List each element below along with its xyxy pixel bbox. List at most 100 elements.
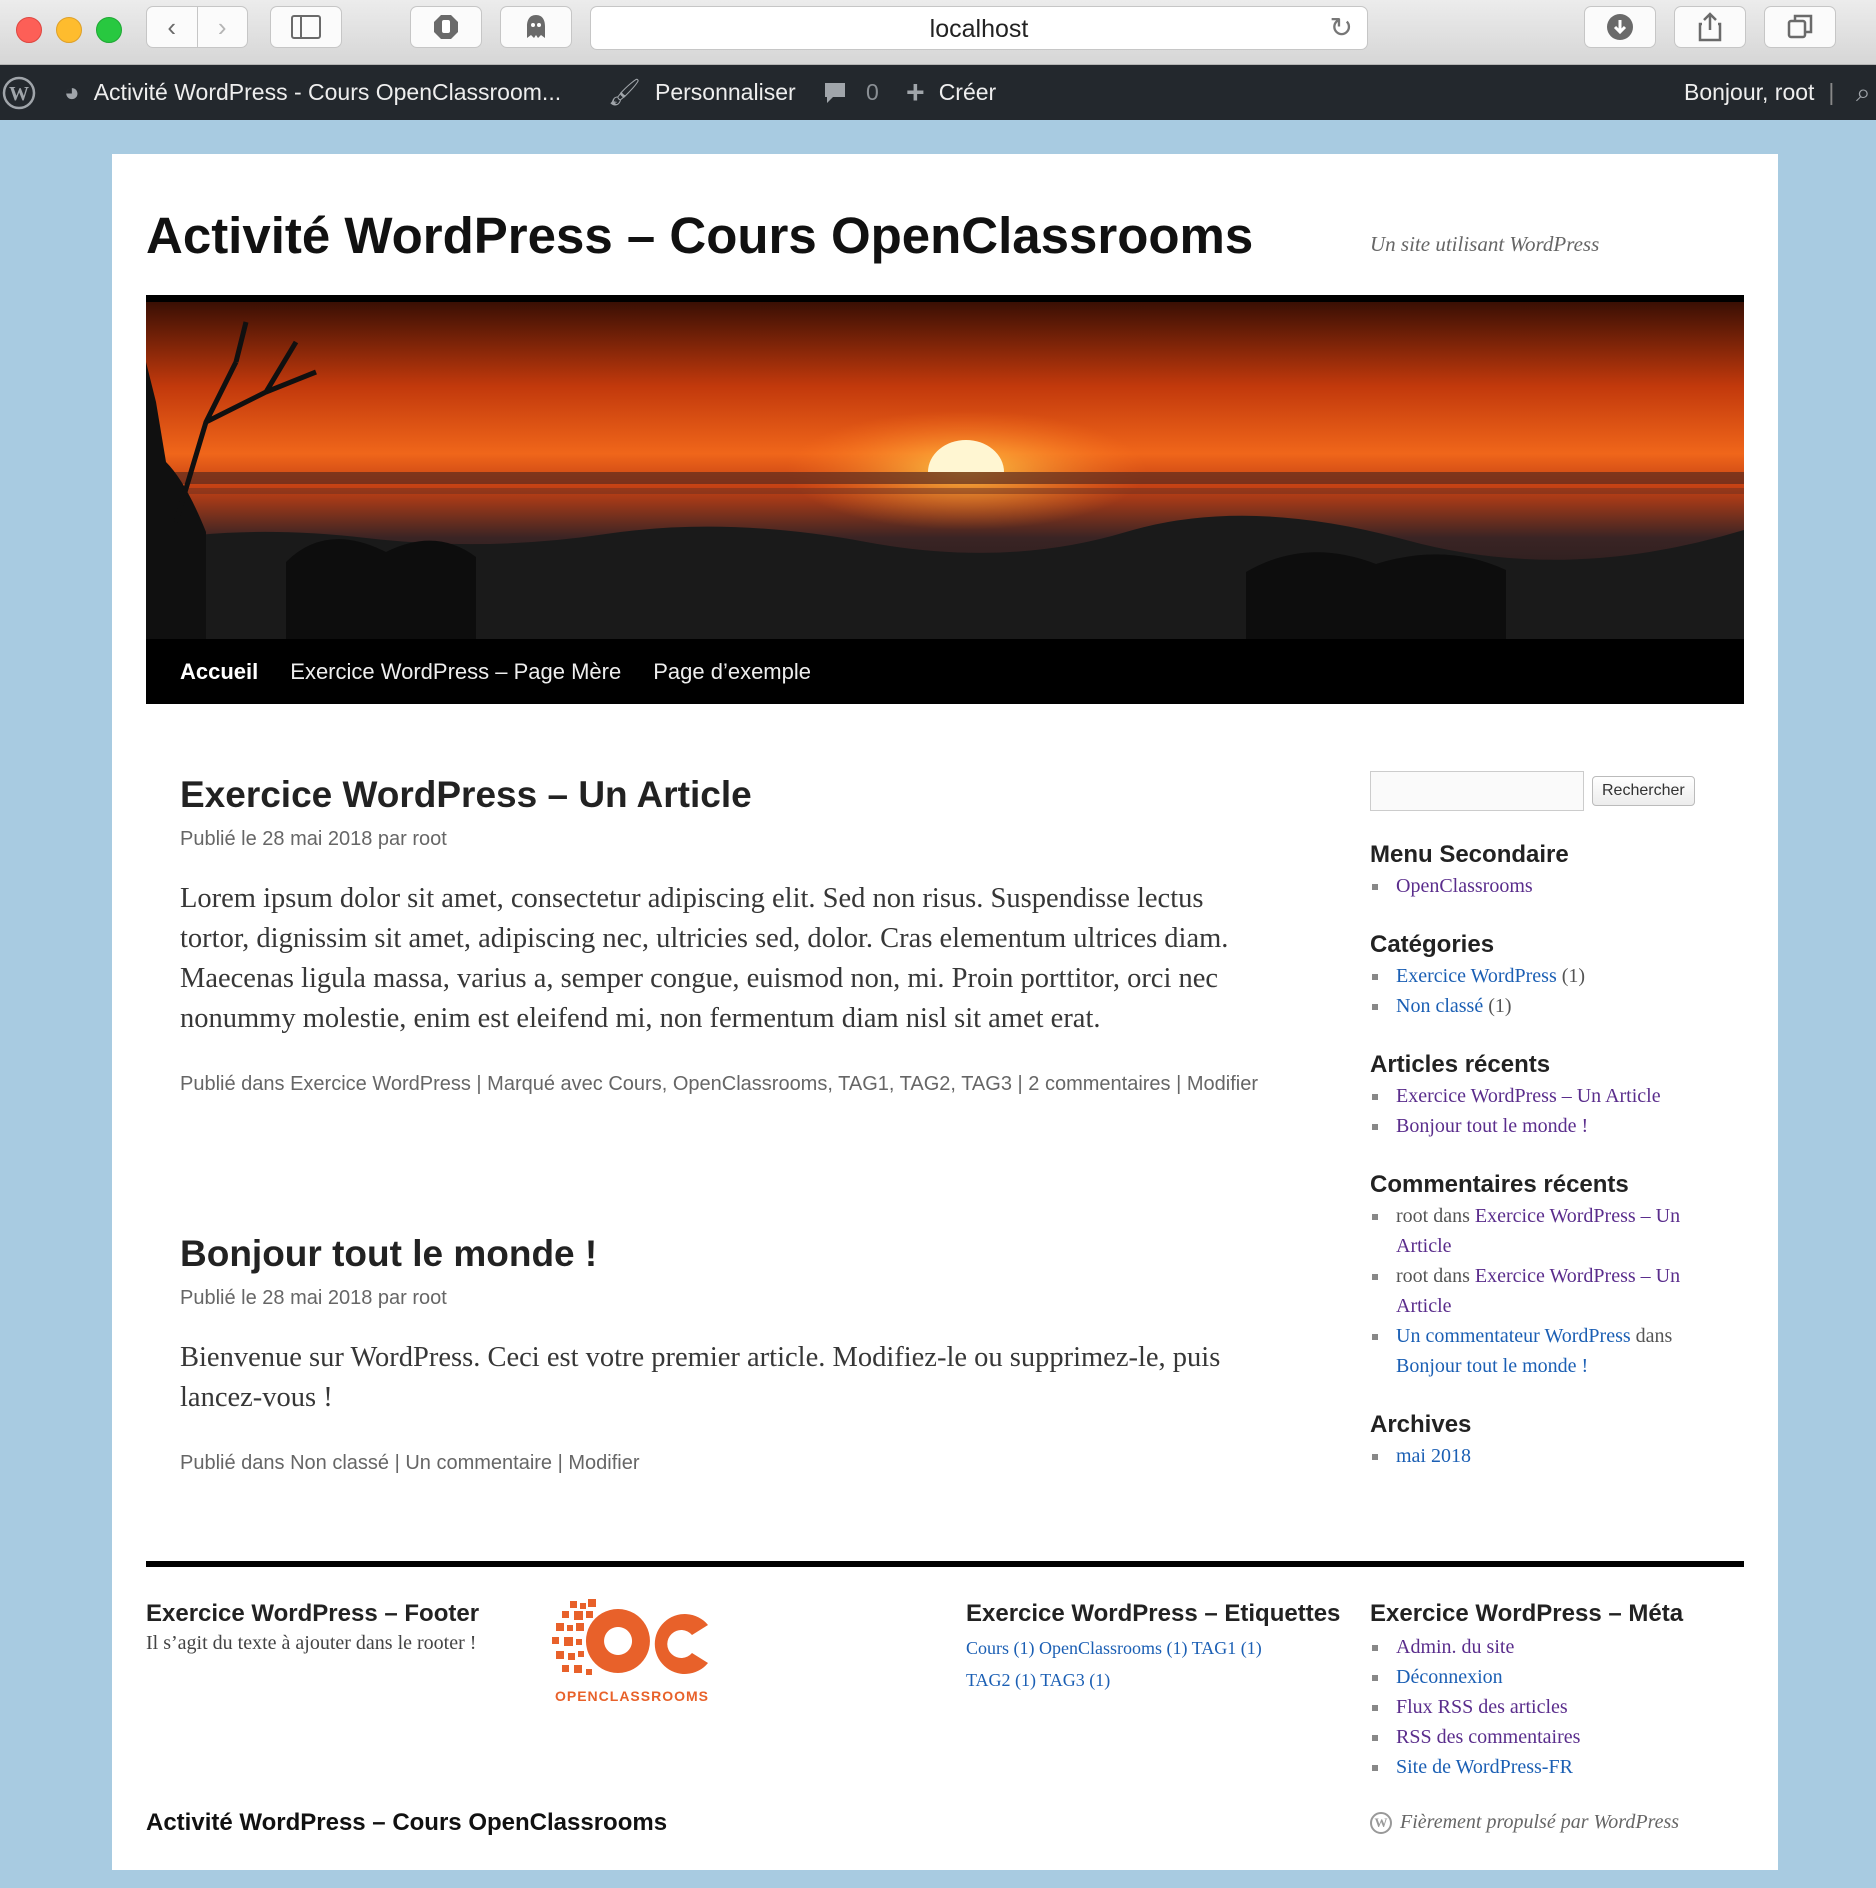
minimize-window-button[interactable]: [56, 17, 82, 43]
tag-link[interactable]: OpenClassrooms (1): [1039, 1638, 1187, 1658]
site-description: Un site utilisant WordPress: [1370, 232, 1600, 256]
search-input[interactable]: [1370, 771, 1584, 811]
post-category-link[interactable]: Non classé: [290, 1452, 389, 1474]
comment-bubble-icon: [825, 82, 845, 103]
wp-logo-menu[interactable]: W: [2, 65, 36, 120]
post-footer: Publié dans Non classé | Un commentaire …: [180, 1452, 640, 1474]
widget-title: Menu Secondaire: [1370, 841, 1569, 868]
list-item: mai 2018: [1370, 1441, 1730, 1471]
category-link[interactable]: Non classé: [1396, 995, 1483, 1017]
recent-post-link[interactable]: Exercice WordPress – Un Article: [1396, 1085, 1661, 1107]
post-content: Lorem ipsum dolor sit amet, consectetur …: [180, 883, 1229, 1034]
post-title[interactable]: Bonjour tout le monde !: [180, 1233, 1280, 1275]
tag-link[interactable]: TAG3: [961, 1073, 1012, 1095]
tag-link[interactable]: Cours: [608, 1073, 661, 1095]
openclassrooms-logo: OPENCLASSROOMS: [552, 1599, 712, 1704]
nav-item-accueil[interactable]: Accueil: [164, 659, 274, 685]
edit-link[interactable]: Modifier: [1187, 1073, 1258, 1095]
site-title[interactable]: Activité WordPress – Cours OpenClassroom…: [146, 206, 1253, 265]
svg-text:W: W: [9, 83, 29, 105]
sidebar: Rechercher Menu Secondaire OpenClassroom…: [1370, 771, 1730, 1471]
share-button[interactable]: [1674, 6, 1746, 48]
footer-meta-widget: Exercice WordPress – Méta Admin. du site…: [1370, 1600, 1750, 1782]
widget-title: Exercice WordPress – Footer: [146, 1600, 480, 1627]
admin-account[interactable]: Bonjour, root |: [1684, 65, 1834, 120]
post-date-link[interactable]: 28 mai 2018: [262, 828, 372, 850]
comment-post-link[interactable]: Bonjour tout le monde !: [1396, 1355, 1588, 1377]
back-button[interactable]: ‹: [147, 12, 197, 43]
comment-author-link[interactable]: Un commentateur WordPress: [1396, 1325, 1631, 1347]
category-link[interactable]: Exercice WordPress: [1396, 965, 1557, 987]
post-title[interactable]: Exercice WordPress – Un Article: [180, 774, 1280, 816]
post-meta: Publié le 28 mai 2018 par root: [180, 1287, 447, 1309]
post-category-link[interactable]: Exercice WordPress: [290, 1073, 471, 1095]
ghostery-button[interactable]: [500, 6, 572, 48]
powered-by-link[interactable]: W Fièrement propulsé par WordPress: [1370, 1811, 1679, 1834]
sidebar-toggle-button[interactable]: [270, 6, 342, 48]
widget-title: Exercice WordPress – Méta: [1370, 1600, 1684, 1627]
tag-link[interactable]: TAG2 (1): [966, 1670, 1036, 1690]
reload-icon[interactable]: ↻: [1330, 11, 1353, 44]
admin-customize[interactable]: 🖌 Personnaliser: [608, 65, 796, 120]
menu-link[interactable]: OpenClassrooms: [1396, 875, 1533, 897]
downloads-button[interactable]: [1584, 6, 1656, 48]
post-date-link[interactable]: 28 mai 2018: [262, 1287, 372, 1309]
meta-link[interactable]: Déconnexion: [1396, 1666, 1503, 1688]
tabs-overview-button[interactable]: [1764, 6, 1836, 48]
list-item: root dans Exercice WordPress – Un Articl…: [1370, 1261, 1730, 1321]
wordpress-icon: W: [2, 76, 36, 109]
list-item: root dans Exercice WordPress – Un Articl…: [1370, 1201, 1730, 1261]
archive-link[interactable]: mai 2018: [1396, 1445, 1471, 1467]
tag-link[interactable]: OpenClassrooms: [673, 1073, 828, 1095]
widget-categories: Catégories Exercice WordPress (1) Non cl…: [1370, 931, 1730, 1021]
url-text: localhost: [929, 15, 1029, 43]
tag-link[interactable]: Cours (1): [966, 1638, 1035, 1658]
widget-title: Archives: [1370, 1411, 1472, 1438]
widget-secondary-menu: Menu Secondaire OpenClassrooms: [1370, 841, 1730, 901]
meta-link[interactable]: Site de WordPress-FR: [1396, 1756, 1573, 1778]
widget-archives: Archives mai 2018: [1370, 1411, 1730, 1471]
adblock-button[interactable]: [410, 6, 482, 48]
list-item: Site de WordPress-FR: [1370, 1752, 1750, 1782]
main-navigation: Accueil Exercice WordPress – Page Mère P…: [146, 639, 1744, 704]
tag-link[interactable]: TAG2: [900, 1073, 951, 1095]
list-item: Admin. du site: [1370, 1632, 1750, 1662]
forward-button[interactable]: ›: [197, 12, 247, 43]
edit-link[interactable]: Modifier: [568, 1452, 639, 1474]
recent-post-link[interactable]: Bonjour tout le monde !: [1396, 1115, 1588, 1137]
meta-link[interactable]: Flux RSS des articles: [1396, 1696, 1568, 1718]
tag-link[interactable]: TAG1: [838, 1073, 889, 1095]
nav-item-page-mere[interactable]: Exercice WordPress – Page Mère: [274, 659, 637, 685]
tag-link[interactable]: TAG1 (1): [1192, 1638, 1262, 1658]
meta-link[interactable]: RSS des commentaires: [1396, 1726, 1580, 1748]
admin-comments[interactable]: 0: [822, 65, 879, 120]
post-footer: Publié dans Exercice WordPress | Marqué …: [180, 1073, 1258, 1095]
zoom-window-button[interactable]: [96, 17, 122, 43]
site-page: Activité WordPress – Cours OpenClassroom…: [112, 154, 1778, 1870]
footer-site-title[interactable]: Activité WordPress – Cours OpenClassroom…: [146, 1809, 667, 1837]
comments-link[interactable]: Un commentaire: [405, 1452, 552, 1474]
meta-link[interactable]: Admin. du site: [1396, 1636, 1514, 1658]
admin-search[interactable]: ⌕: [1856, 65, 1876, 120]
tag-cloud: Cours (1) OpenClassrooms (1) TAG1 (1) TA…: [966, 1632, 1306, 1696]
hand-stop-icon: [434, 15, 458, 39]
widget-title: Catégories: [1370, 931, 1495, 958]
post-content: Bienvenue sur WordPress. Ceci est votre …: [180, 1342, 1221, 1413]
address-bar[interactable]: localhost ↻: [590, 6, 1368, 50]
admin-site-name[interactable]: ◕ Activité WordPress - Cours OpenClassro…: [64, 65, 561, 120]
list-item: Non classé (1): [1370, 991, 1730, 1021]
search-button[interactable]: Rechercher: [1592, 776, 1695, 806]
plus-icon: +: [906, 74, 925, 110]
nav-item-page-exemple[interactable]: Page d’exemple: [637, 659, 827, 685]
widget-title: Commentaires récents: [1370, 1171, 1629, 1198]
tag-link[interactable]: TAG3 (1): [1040, 1670, 1110, 1690]
close-window-button[interactable]: [16, 17, 42, 43]
post-author-link[interactable]: root: [412, 1287, 446, 1309]
admin-new-content[interactable]: + Créer: [906, 65, 996, 120]
post-meta: Publié le 28 mai 2018 par root: [180, 828, 447, 850]
comments-link[interactable]: 2 commentaires: [1028, 1073, 1170, 1095]
widget-recent-posts: Articles récents Exercice WordPress – Un…: [1370, 1051, 1730, 1141]
wp-admin-bar: W ◕ Activité WordPress - Cours OpenClass…: [0, 65, 1876, 120]
post-author-link[interactable]: root: [412, 828, 446, 850]
tabs-icon: [1787, 14, 1813, 39]
